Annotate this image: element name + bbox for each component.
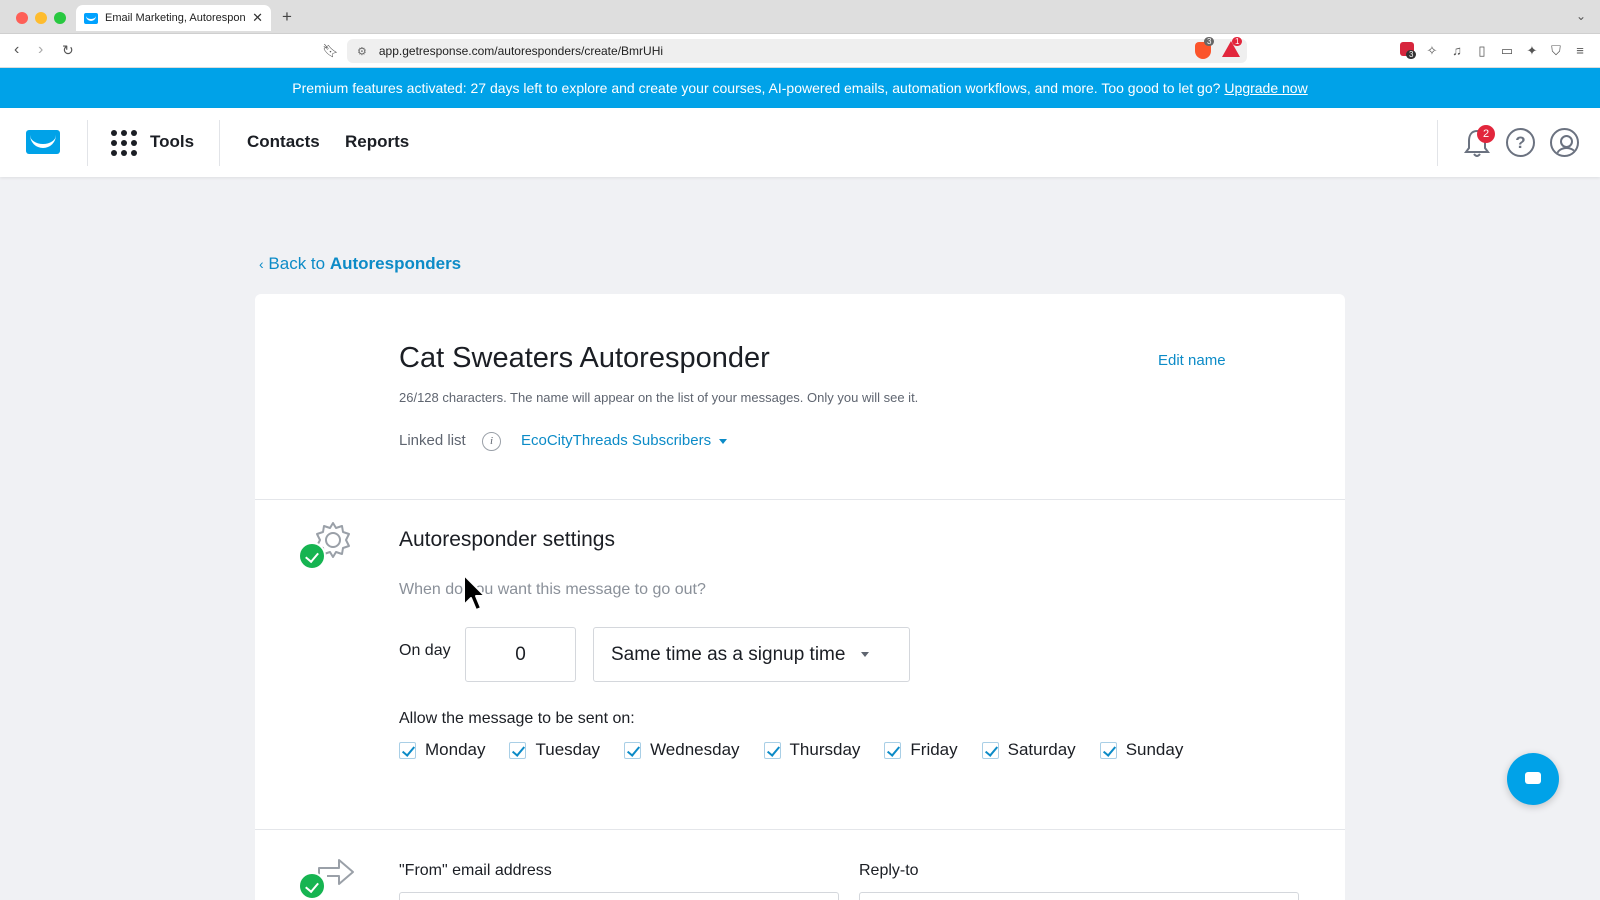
puzzle-extensions-icon[interactable]: ✧ — [1424, 43, 1440, 59]
info-icon[interactable]: i — [482, 432, 501, 451]
user-account-icon[interactable] — [1550, 128, 1579, 157]
name-character-hint: 26/128 characters. The name will appear … — [399, 390, 919, 405]
forward-arrow-icon[interactable]: › — [38, 41, 43, 59]
back-arrow-icon[interactable]: ‹ — [14, 41, 19, 59]
send-time-value: Same time as a signup time — [611, 643, 846, 665]
day-friday[interactable]: Friday — [884, 740, 958, 760]
checkbox-checked[interactable] — [981, 741, 999, 759]
chevron-left-icon: ‹ — [259, 256, 264, 272]
site-settings-icon[interactable]: ⚙ — [357, 45, 367, 58]
day-tuesday[interactable]: Tuesday — [509, 740, 600, 760]
reload-icon[interactable]: ↻ — [62, 42, 74, 59]
linked-list-value: EcoCityThreads Subscribers — [521, 432, 712, 449]
send-time-select[interactable]: Same time as a signup time — [593, 627, 910, 682]
on-day-input[interactable] — [465, 627, 576, 682]
day-label: Monday — [425, 740, 486, 759]
checkbox-checked[interactable] — [884, 741, 902, 759]
day-label: Tuesday — [535, 740, 601, 759]
allowed-days-label: Allow the message to be sent on: — [399, 710, 635, 727]
header-divider — [1437, 120, 1438, 166]
day-label: Wednesday — [650, 740, 740, 759]
tab-title: Email Marketing, Autorespon — [105, 12, 246, 24]
minimize-window-button[interactable] — [35, 12, 47, 24]
browser-tab-bar: Email Marketing, Autorespon ✕ + ⌄ — [0, 0, 1600, 34]
autoresponder-card: Cat Sweaters Autoresponder Edit name 26/… — [255, 294, 1345, 900]
caret-down-icon — [719, 438, 728, 444]
sidebar-icon[interactable]: ▯ — [1474, 43, 1490, 59]
nav-tools[interactable]: Tools — [150, 132, 194, 152]
header-divider — [87, 120, 88, 166]
premium-banner-text: Premium features activated: 27 days left… — [292, 80, 1221, 96]
help-icon[interactable]: ? — [1506, 128, 1535, 157]
reply-to-label: Reply-to — [859, 862, 919, 879]
app-header: Tools Contacts Reports 2 ? — [0, 108, 1600, 177]
day-label: Sunday — [1125, 740, 1184, 759]
edit-name-link[interactable]: Edit name — [1158, 352, 1226, 369]
browser-tab[interactable]: Email Marketing, Autorespon ✕ — [76, 5, 271, 31]
linked-list-label: Linked list — [399, 432, 466, 449]
close-tab-icon[interactable]: ✕ — [252, 10, 263, 26]
caret-down-icon — [861, 652, 870, 657]
autoresponder-name: Cat Sweaters Autoresponder — [399, 342, 770, 374]
reply-to-field[interactable] — [859, 892, 1299, 900]
url-text: app.getresponse.com/autoresponders/creat… — [378, 44, 664, 58]
on-day-label: On day — [399, 642, 451, 659]
day-saturday[interactable]: Saturday — [981, 740, 1076, 760]
day-monday[interactable]: Monday — [399, 740, 485, 760]
upgrade-now-link[interactable]: Upgrade now — [1224, 80, 1307, 96]
day-wednesday[interactable]: Wednesday — [624, 740, 740, 760]
settings-section-title: Autoresponder settings — [399, 528, 615, 551]
checkbox-checked[interactable] — [1099, 741, 1117, 759]
checkbox-checked[interactable] — [509, 741, 527, 759]
settings-subtitle: When do you want this message to go out? — [399, 581, 706, 598]
getresponse-favicon-icon — [84, 12, 98, 24]
nav-reports[interactable]: Reports — [345, 132, 409, 152]
address-bar[interactable]: ⚙ app.getresponse.com/autoresponders/cre… — [347, 39, 1247, 63]
mouse-cursor-icon — [463, 574, 486, 611]
getresponse-logo-icon[interactable] — [26, 130, 60, 154]
nav-contacts[interactable]: Contacts — [247, 132, 320, 152]
wallet-icon[interactable]: ▭ — [1499, 43, 1515, 59]
back-link-target: Autoresponders — [329, 254, 462, 273]
notification-count-badge: 2 — [1477, 125, 1495, 143]
close-window-button[interactable] — [16, 12, 28, 24]
vpn-shield-icon[interactable]: ⛉ — [1548, 43, 1564, 59]
section-divider — [255, 829, 1345, 830]
day-label: Thursday — [789, 740, 861, 759]
from-email-field[interactable] — [399, 892, 839, 900]
header-divider — [219, 120, 220, 166]
leo-ai-icon[interactable]: ✦ — [1524, 43, 1540, 59]
sender-complete-check-icon — [298, 872, 326, 900]
premium-banner: Premium features activated: 27 days left… — [0, 68, 1600, 108]
day-thursday[interactable]: Thursday — [763, 740, 861, 760]
browser-toolbar: ‹ › ↻ 🔖︎ ⚙ app.getresponse.com/autorespo… — [0, 34, 1600, 68]
new-tab-icon[interactable]: + — [282, 7, 292, 27]
from-email-label: "From" email address — [399, 862, 552, 879]
section-divider — [255, 499, 1345, 500]
tab-list-chevron-icon[interactable]: ⌄ — [1576, 9, 1586, 23]
apps-grid-icon[interactable] — [111, 130, 137, 156]
music-icon[interactable]: ♫ — [1449, 43, 1465, 59]
checkbox-checked[interactable] — [399, 741, 416, 759]
day-label: Friday — [910, 740, 958, 759]
bookmark-icon[interactable]: 🔖︎ — [322, 43, 339, 59]
checkbox-checked[interactable] — [624, 741, 642, 759]
maximize-window-button[interactable] — [54, 12, 66, 24]
linked-list-dropdown[interactable]: EcoCityThreads Subscribers — [521, 432, 728, 449]
chat-widget-button[interactable] — [1507, 753, 1559, 805]
back-link-prefix: Back to — [268, 254, 326, 273]
day-sunday[interactable]: Sunday — [1099, 740, 1184, 760]
allowed-days-checkboxes: Monday Tuesday Wednesday Thursday Friday… — [399, 740, 1207, 760]
back-to-autoresponders-link[interactable]: ‹ Back to Autoresponders — [259, 254, 461, 274]
menu-icon[interactable]: ≡ — [1572, 43, 1588, 59]
settings-complete-check-icon — [298, 542, 326, 570]
day-label: Saturday — [1007, 740, 1076, 759]
checkbox-checked[interactable] — [763, 741, 781, 759]
extension-badge: 3 — [1406, 50, 1417, 59]
